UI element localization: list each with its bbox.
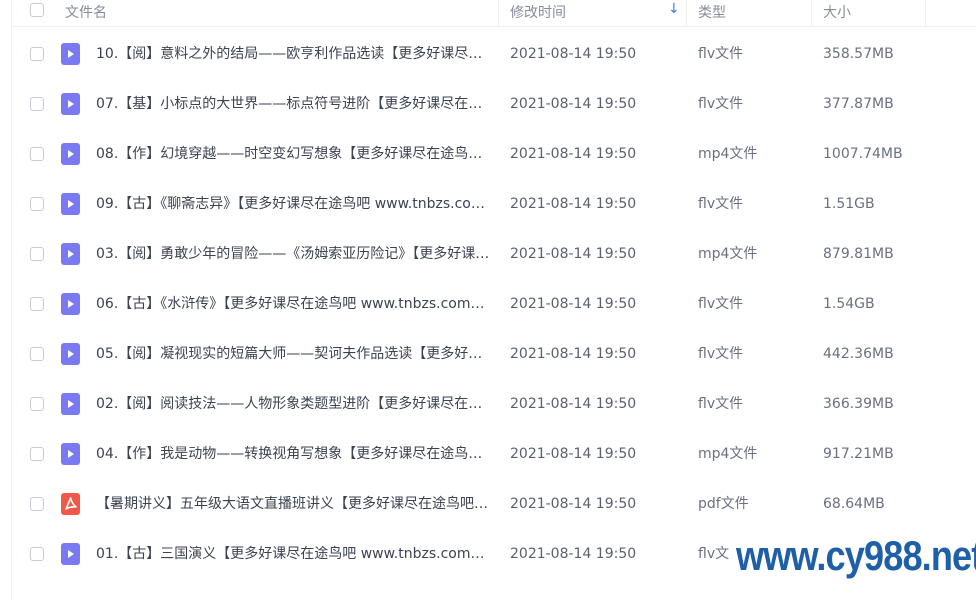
file-type: flv文件 <box>698 346 744 362</box>
file-list-header: 文件名 修改时间 ↓ 类型 大小 <box>12 0 976 27</box>
file-modified-time: 2021-08-14 19:50 <box>510 346 637 362</box>
file-size: 366.39MB <box>823 396 894 412</box>
video-file-icon <box>61 243 80 265</box>
video-file-icon <box>61 193 80 215</box>
file-type: mp4文件 <box>698 246 758 262</box>
row-checkbox[interactable] <box>30 397 44 411</box>
video-file-icon <box>61 143 80 165</box>
file-type: flv文件 <box>698 296 744 312</box>
file-modified-time: 2021-08-14 19:50 <box>510 146 637 162</box>
row-checkbox[interactable] <box>30 497 44 511</box>
video-file-icon <box>61 443 80 465</box>
file-modified-time: 2021-08-14 19:50 <box>510 196 637 212</box>
column-header-size[interactable]: 大小 <box>823 2 851 22</box>
file-type: mp4文件 <box>698 146 758 162</box>
video-file-icon <box>61 43 80 65</box>
file-size: 442.36MB <box>823 346 894 362</box>
file-name[interactable]: 10.【阅】意料之外的结局——欧亨利作品选读【更多好课尽在途鸟吧 www.tnb… <box>96 45 492 63</box>
column-divider[interactable] <box>498 0 499 26</box>
row-checkbox[interactable] <box>30 197 44 211</box>
row-checkbox[interactable] <box>30 147 44 161</box>
column-divider[interactable] <box>811 0 812 26</box>
file-size: 377.87MB <box>823 96 894 112</box>
file-name[interactable]: 08.【作】幻境穿越——时空变幻写想象【更多好课尽在途鸟吧 www.tnbzs.… <box>96 145 492 163</box>
file-modified-time: 2021-08-14 19:50 <box>510 396 637 412</box>
select-all-checkbox[interactable] <box>30 3 44 17</box>
file-modified-time: 2021-08-14 19:50 <box>510 246 637 262</box>
file-name[interactable]: 01.【古】三国演义【更多好课尽在途鸟吧 www.tnbzs.com】.flv <box>96 545 492 563</box>
column-header-name[interactable]: 文件名 <box>65 2 107 22</box>
row-checkbox[interactable] <box>30 347 44 361</box>
file-modified-time: 2021-08-14 19:50 <box>510 96 637 112</box>
file-row[interactable]: 04.【作】我是动物——转换视角写想象【更多好课尽在途鸟吧 www.tnbzs.… <box>12 429 976 479</box>
file-type: mp4文件 <box>698 446 758 462</box>
file-row[interactable]: 10.【阅】意料之外的结局——欧亨利作品选读【更多好课尽在途鸟吧 www.tnb… <box>12 29 976 79</box>
file-row[interactable]: 06.【古】《水浒传》【更多好课尽在途鸟吧 www.tnbzs.com】.flv… <box>12 279 976 329</box>
column-header-modified[interactable]: 修改时间 <box>510 2 566 22</box>
file-name[interactable]: 07.【基】小标点的大世界——标点符号进阶【更多好课尽在途鸟吧 www.tnbz… <box>96 95 492 113</box>
file-name[interactable]: 【暑期讲义】五年级大语文直播班讲义【更多好课尽在途鸟吧 www.tnbzs.co… <box>96 495 492 513</box>
file-type: flv文件 <box>698 196 744 212</box>
file-name[interactable]: 03.【阅】勇敢少年的冒险——《汤姆索亚历险记》【更多好课尽在途鸟吧 www.t… <box>96 245 492 263</box>
row-checkbox[interactable] <box>30 247 44 261</box>
file-row[interactable]: 02.【阅】阅读技法——人物形象类题型进阶【更多好课尽在途鸟吧 www.tnbz… <box>12 379 976 429</box>
file-name[interactable]: 04.【作】我是动物——转换视角写想象【更多好课尽在途鸟吧 www.tnbzs.… <box>96 445 492 463</box>
file-modified-time: 2021-08-14 19:50 <box>510 46 637 62</box>
video-file-icon <box>61 293 80 315</box>
file-type: pdf文件 <box>698 496 749 512</box>
file-name[interactable]: 02.【阅】阅读技法——人物形象类题型进阶【更多好课尽在途鸟吧 www.tnbz… <box>96 395 492 413</box>
pdf-file-icon <box>61 493 80 515</box>
video-file-icon <box>61 393 80 415</box>
row-checkbox[interactable] <box>30 547 44 561</box>
sort-descending-icon[interactable]: ↓ <box>668 1 680 17</box>
file-row[interactable]: 08.【作】幻境穿越——时空变幻写想象【更多好课尽在途鸟吧 www.tnbzs.… <box>12 129 976 179</box>
file-size: 358.57MB <box>823 46 894 62</box>
row-checkbox[interactable] <box>30 297 44 311</box>
file-size: 68.64MB <box>823 496 885 512</box>
file-size: 1.51GB <box>823 196 875 212</box>
file-name[interactable]: 06.【古】《水浒传》【更多好课尽在途鸟吧 www.tnbzs.com】.flv <box>96 295 492 313</box>
file-row[interactable]: 【暑期讲义】五年级大语文直播班讲义【更多好课尽在途鸟吧 www.tnbzs.co… <box>12 479 976 529</box>
watermark-text: www.cy988.net <box>736 532 976 579</box>
file-type: flv文件 <box>698 396 744 412</box>
column-divider[interactable] <box>686 0 687 26</box>
file-modified-time: 2021-08-14 19:50 <box>510 446 637 462</box>
file-size: 917.21MB <box>823 446 894 462</box>
column-header-type[interactable]: 类型 <box>698 2 726 22</box>
file-size: 1007.74MB <box>823 146 903 162</box>
file-row[interactable]: 07.【基】小标点的大世界——标点符号进阶【更多好课尽在途鸟吧 www.tnbz… <box>12 79 976 129</box>
video-file-icon <box>61 93 80 115</box>
row-checkbox[interactable] <box>30 447 44 461</box>
video-file-icon <box>61 543 80 565</box>
column-divider[interactable] <box>925 0 926 26</box>
file-type: flv文件 <box>698 96 744 112</box>
file-type: flv文件 <box>698 46 744 62</box>
file-size: 879.81MB <box>823 246 894 262</box>
file-name[interactable]: 05.【阅】凝视现实的短篇大师——契诃夫作品选读【更多好课尽在途鸟吧 www.t… <box>96 345 492 363</box>
file-name[interactable]: 09.【古】《聊斋志异》【更多好课尽在途鸟吧 www.tnbzs.com】.fl… <box>96 195 492 213</box>
row-checkbox[interactable] <box>30 97 44 111</box>
file-row[interactable]: 09.【古】《聊斋志异》【更多好课尽在途鸟吧 www.tnbzs.com】.fl… <box>12 179 976 229</box>
file-modified-time: 2021-08-14 19:50 <box>510 296 637 312</box>
file-type: flv文 <box>698 546 730 562</box>
file-size: 1.54GB <box>823 296 875 312</box>
file-modified-time: 2021-08-14 19:50 <box>510 546 637 562</box>
file-row[interactable]: 03.【阅】勇敢少年的冒险——《汤姆索亚历险记》【更多好课尽在途鸟吧 www.t… <box>12 229 976 279</box>
file-modified-time: 2021-08-14 19:50 <box>510 496 637 512</box>
file-row[interactable]: 05.【阅】凝视现实的短篇大师——契诃夫作品选读【更多好课尽在途鸟吧 www.t… <box>12 329 976 379</box>
row-checkbox[interactable] <box>30 47 44 61</box>
video-file-icon <box>61 343 80 365</box>
